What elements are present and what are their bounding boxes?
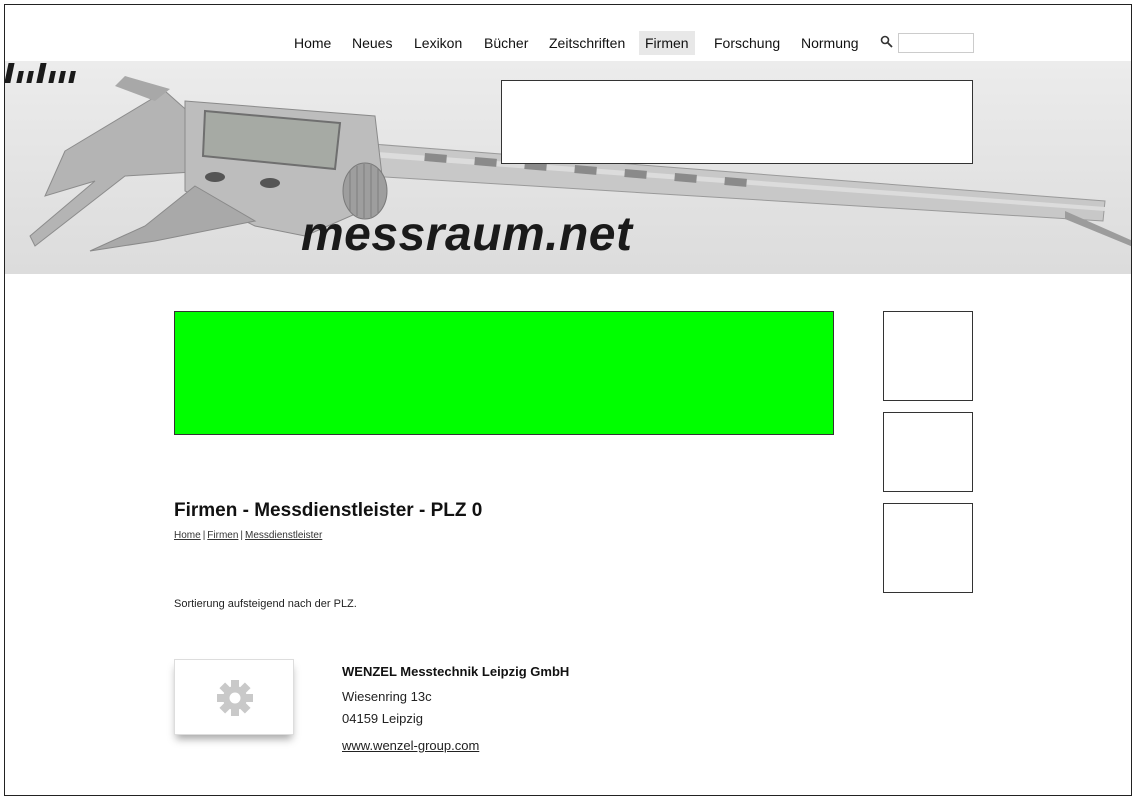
company-logo-placeholder[interactable] (174, 659, 294, 735)
header-ad-slot[interactable] (501, 80, 973, 164)
company-website-link[interactable]: www.wenzel-group.com (342, 738, 479, 753)
nav-item-firmen[interactable]: Firmen (639, 31, 695, 55)
logo-ruler-marks (5, 63, 76, 83)
company-name: WENZEL Messtechnik Leipzig GmbH (342, 664, 570, 679)
page-frame: Home Neues Lexikon Bücher Zeitschriften … (4, 4, 1132, 796)
side-ad-slot-1[interactable] (883, 311, 973, 401)
side-ad-slot-2[interactable] (883, 412, 973, 492)
nav-item-normung[interactable]: Normung (795, 31, 865, 55)
company-city: 04159 Leipzig (342, 711, 423, 726)
site-logo[interactable]: messraum.net (301, 207, 632, 262)
search-icon[interactable] (880, 35, 894, 49)
header-banner: messraum.net (5, 61, 1131, 274)
side-ad-slot-3[interactable] (883, 503, 973, 593)
nav-item-buecher[interactable]: Bücher (478, 31, 534, 55)
top-nav: Home Neues Lexikon Bücher Zeitschriften … (5, 25, 1131, 59)
page-title: Firmen - Messdienstleister - PLZ 0 (174, 500, 483, 521)
breadcrumb-messdienstleister[interactable]: Messdienstleister (245, 530, 322, 541)
nav-item-lexikon[interactable]: Lexikon (408, 31, 468, 55)
breadcrumb-firmen[interactable]: Firmen (207, 530, 238, 541)
nav-item-forschung[interactable]: Forschung (708, 31, 786, 55)
breadcrumb: Home | Firmen | Messdienstleister (174, 530, 322, 541)
company-street: Wiesenring 13c (342, 689, 432, 704)
search-input[interactable] (898, 33, 974, 53)
nav-item-home[interactable]: Home (288, 31, 337, 55)
sort-note: Sortierung aufsteigend nach der PLZ. (174, 598, 357, 610)
breadcrumb-home[interactable]: Home (174, 530, 201, 541)
nav-item-zeitschriften[interactable]: Zeitschriften (543, 31, 631, 55)
banner-ad-slot[interactable] (174, 311, 834, 435)
gear-icon (217, 680, 253, 716)
nav-item-neues[interactable]: Neues (346, 31, 398, 55)
